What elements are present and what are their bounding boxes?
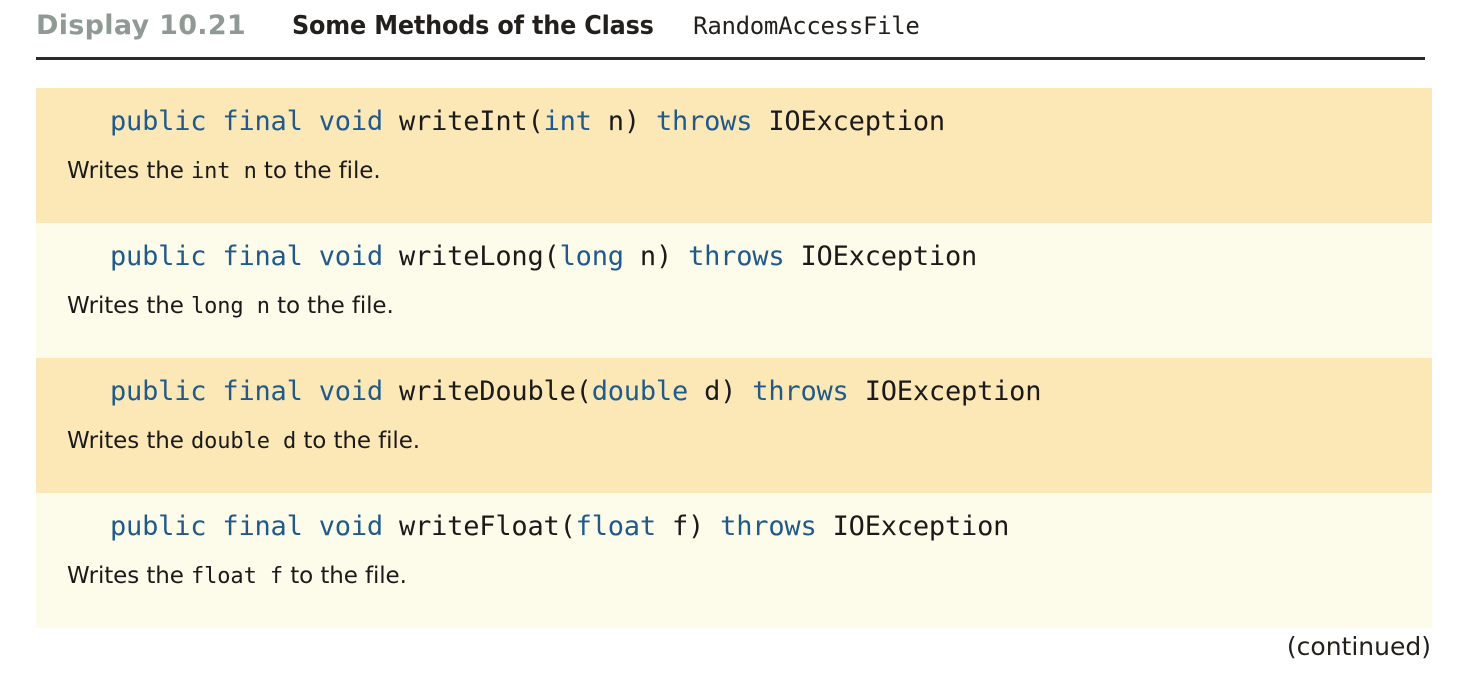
method-open-paren: ( bbox=[543, 241, 560, 272]
method-modifiers: public final void bbox=[110, 376, 383, 407]
method-param-type: int bbox=[543, 106, 592, 137]
display-number-label: Display 10.21 bbox=[36, 10, 247, 41]
method-close-paren: ) bbox=[688, 511, 705, 542]
method-open-paren: ( bbox=[575, 376, 592, 407]
method-throws-keyword: throws bbox=[688, 241, 785, 272]
header-divider bbox=[36, 57, 1425, 60]
methods-panel: public final void writeInt(int n) throws… bbox=[36, 88, 1432, 628]
continued-label: (continued) bbox=[1286, 632, 1431, 661]
method-throws-keyword: throws bbox=[720, 511, 817, 542]
method-name: writeFloat bbox=[399, 511, 560, 542]
method-description: Writes the float f to the file. bbox=[36, 563, 1432, 589]
method-throws-keyword: throws bbox=[655, 106, 753, 137]
method-modifiers: public final void bbox=[110, 106, 383, 137]
method-signature: public final void writeFloat(float f) th… bbox=[36, 509, 1432, 545]
method-open-paren: ( bbox=[527, 106, 544, 137]
description-code: long n bbox=[190, 294, 270, 320]
method-exception-type: IOException bbox=[800, 241, 978, 272]
method-description: Writes the double d to the file. bbox=[36, 428, 1432, 454]
method-signature: public final void writeInt(int n) throws… bbox=[36, 104, 1432, 140]
method-close-paren: ) bbox=[623, 106, 640, 137]
method-param-name: n bbox=[623, 241, 656, 272]
method-open-paren: ( bbox=[559, 511, 576, 542]
method-modifiers: public final void bbox=[110, 511, 383, 542]
method-name: writeLong bbox=[399, 241, 544, 272]
method-param-type: float bbox=[575, 511, 656, 542]
method-row: public final void writeLong(long n) thro… bbox=[36, 223, 1432, 358]
method-close-paren: ) bbox=[720, 376, 737, 407]
method-param-type: double bbox=[591, 376, 689, 407]
description-lead: Writes the bbox=[67, 158, 191, 185]
method-close-paren: ) bbox=[655, 241, 672, 272]
method-exception-type: IOException bbox=[832, 511, 1010, 542]
method-signature: public final void writeLong(long n) thro… bbox=[36, 239, 1432, 275]
method-param-name: n bbox=[591, 106, 624, 137]
method-row: public final void writeFloat(float f) th… bbox=[36, 493, 1432, 628]
method-exception-type: IOException bbox=[864, 376, 1042, 407]
description-lead: Writes the bbox=[67, 293, 191, 320]
description-lead: Writes the bbox=[67, 563, 191, 590]
page-title-class-name: RandomAccessFile bbox=[693, 12, 920, 40]
method-param-type: long bbox=[559, 241, 624, 272]
method-row: public final void writeDouble(double d) … bbox=[36, 358, 1432, 493]
description-code: double d bbox=[190, 429, 297, 455]
description-code: float f bbox=[190, 564, 284, 590]
method-exception-type: IOException bbox=[768, 106, 945, 137]
method-description: Writes the int n to the file. bbox=[36, 158, 1432, 184]
method-name: writeInt bbox=[399, 106, 528, 137]
display-header: Display 10.21 Some Methods of the Class … bbox=[36, 10, 1425, 58]
method-signature: public final void writeDouble(double d) … bbox=[36, 374, 1432, 410]
description-tail: to the file. bbox=[269, 293, 394, 320]
description-tail: to the file. bbox=[256, 158, 381, 185]
description-lead: Writes the bbox=[67, 428, 191, 455]
method-param-name: f bbox=[655, 511, 689, 542]
method-modifiers: public final void bbox=[110, 241, 383, 272]
description-code: int n bbox=[190, 159, 257, 185]
description-tail: to the file. bbox=[283, 563, 407, 590]
method-description: Writes the long n to the file. bbox=[36, 293, 1432, 319]
description-tail: to the file. bbox=[296, 428, 420, 455]
method-param-name: d bbox=[688, 376, 721, 407]
method-throws-keyword: throws bbox=[752, 376, 849, 407]
page-title: Some Methods of the Class RandomAccessFi… bbox=[292, 11, 920, 41]
method-name: writeDouble bbox=[399, 376, 576, 407]
page-title-prose: Some Methods of the Class bbox=[292, 11, 654, 41]
method-row: public final void writeInt(int n) throws… bbox=[36, 88, 1432, 223]
